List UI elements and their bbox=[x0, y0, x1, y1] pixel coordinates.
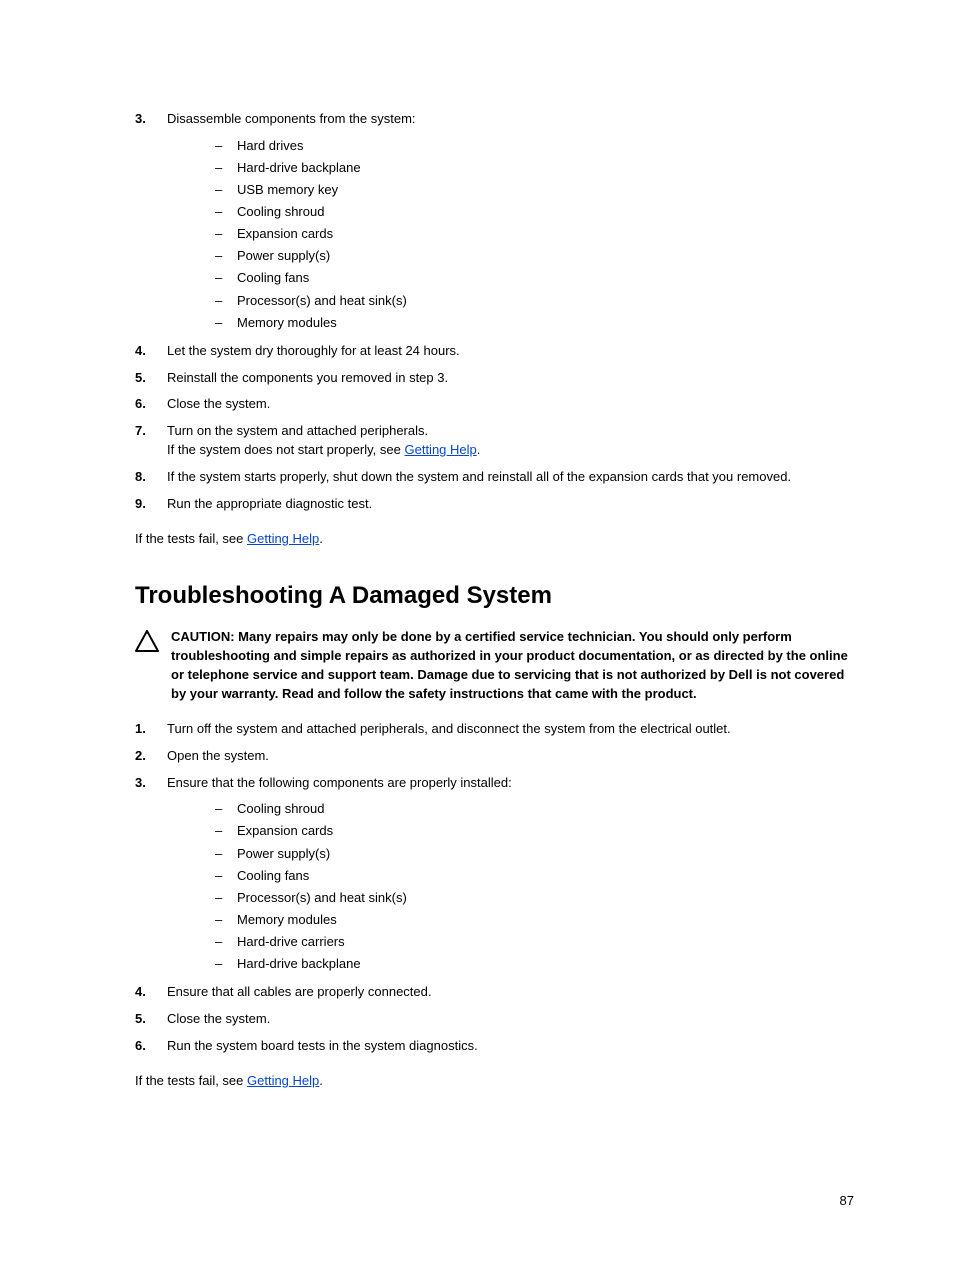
sublist-item: Expansion cards bbox=[215, 820, 854, 842]
page-number: 87 bbox=[840, 1193, 854, 1208]
step-text: Open the system. bbox=[167, 747, 854, 766]
step-2: 2. Open the system. bbox=[135, 747, 854, 766]
text-fragment: If the tests fail, see bbox=[135, 1073, 247, 1088]
caution-label: CAUTION: bbox=[171, 629, 238, 644]
step-number: 3. bbox=[135, 774, 167, 976]
getting-help-link[interactable]: Getting Help bbox=[247, 1073, 319, 1088]
step-number: 7. bbox=[135, 422, 167, 460]
text-fragment: . bbox=[477, 442, 481, 457]
sublist-item: Cooling shroud bbox=[215, 201, 854, 223]
page: 3. Disassemble components from the syste… bbox=[0, 0, 954, 1268]
caution-icon bbox=[135, 628, 171, 703]
getting-help-link[interactable]: Getting Help bbox=[247, 531, 319, 546]
step-3-sublist: Cooling shroud Expansion cards Power sup… bbox=[167, 798, 854, 975]
sublist-item: Power supply(s) bbox=[215, 245, 854, 267]
step-number: 2. bbox=[135, 747, 167, 766]
sublist-item: Expansion cards bbox=[215, 223, 854, 245]
step-6: 6. Run the system board tests in the sys… bbox=[135, 1037, 854, 1056]
sublist-item: Cooling fans bbox=[215, 267, 854, 289]
step-text: Turn off the system and attached periphe… bbox=[167, 720, 854, 739]
sublist-item: Hard drives bbox=[215, 135, 854, 157]
sublist-item: Hard-drive carriers bbox=[215, 931, 854, 953]
text-fragment: If the tests fail, see bbox=[135, 531, 247, 546]
sublist-item: Memory modules bbox=[215, 312, 854, 334]
step-5: 5. Reinstall the components you removed … bbox=[135, 369, 854, 388]
step-number: 3. bbox=[135, 110, 167, 334]
step-text: Ensure that the following components are… bbox=[167, 775, 512, 790]
text-fragment: . bbox=[319, 531, 323, 546]
step-number: 5. bbox=[135, 1010, 167, 1029]
procedure-list-top: 3. Disassemble components from the syste… bbox=[135, 110, 854, 514]
step-text: Run the system board tests in the system… bbox=[167, 1037, 854, 1056]
step-text: Run the appropriate diagnostic test. bbox=[167, 495, 854, 514]
caution-text: CAUTION: Many repairs may only be done b… bbox=[171, 628, 854, 703]
step-number: 5. bbox=[135, 369, 167, 388]
sublist-item: Hard-drive backplane bbox=[215, 157, 854, 179]
sublist-item: Memory modules bbox=[215, 909, 854, 931]
step-6: 6. Close the system. bbox=[135, 395, 854, 414]
sublist-item: USB memory key bbox=[215, 179, 854, 201]
step-9: 9. Run the appropriate diagnostic test. bbox=[135, 495, 854, 514]
step-5: 5. Close the system. bbox=[135, 1010, 854, 1029]
sublist-item: Cooling shroud bbox=[215, 798, 854, 820]
step-body: Disassemble components from the system: … bbox=[167, 110, 854, 334]
caution-block: CAUTION: Many repairs may only be done b… bbox=[135, 628, 854, 703]
step-4: 4. Let the system dry thoroughly for at … bbox=[135, 342, 854, 361]
step-number: 6. bbox=[135, 395, 167, 414]
step-number: 6. bbox=[135, 1037, 167, 1056]
step-text: If the system starts properly, shut down… bbox=[167, 468, 854, 487]
sublist-item: Cooling fans bbox=[215, 865, 854, 887]
step-number: 1. bbox=[135, 720, 167, 739]
sublist-item: Processor(s) and heat sink(s) bbox=[215, 887, 854, 909]
trailing-note-top: If the tests fail, see Getting Help. bbox=[135, 530, 854, 549]
step-3-sublist: Hard drives Hard-drive backplane USB mem… bbox=[167, 135, 854, 334]
procedure-list-bottom: 1. Turn off the system and attached peri… bbox=[135, 720, 854, 1056]
step-text-line2: If the system does not start properly, s… bbox=[167, 441, 854, 460]
step-body: Turn on the system and attached peripher… bbox=[167, 422, 854, 460]
sublist-item: Processor(s) and heat sink(s) bbox=[215, 290, 854, 312]
step-text: Reinstall the components you removed in … bbox=[167, 369, 854, 388]
step-text: Disassemble components from the system: bbox=[167, 111, 416, 126]
trailing-note-bottom: If the tests fail, see Getting Help. bbox=[135, 1072, 854, 1091]
text-fragment: If the system does not start properly, s… bbox=[167, 442, 404, 457]
step-number: 8. bbox=[135, 468, 167, 487]
step-text-line1: Turn on the system and attached peripher… bbox=[167, 422, 854, 441]
step-text: Ensure that all cables are properly conn… bbox=[167, 983, 854, 1002]
step-number: 9. bbox=[135, 495, 167, 514]
step-8: 8. If the system starts properly, shut d… bbox=[135, 468, 854, 487]
step-7: 7. Turn on the system and attached perip… bbox=[135, 422, 854, 460]
section-heading: Troubleshooting A Damaged System bbox=[135, 582, 854, 610]
getting-help-link[interactable]: Getting Help bbox=[404, 442, 476, 457]
caution-body: Many repairs may only be done by a certi… bbox=[171, 629, 848, 701]
text-fragment: . bbox=[319, 1073, 323, 1088]
step-4: 4. Ensure that all cables are properly c… bbox=[135, 983, 854, 1002]
sublist-item: Hard-drive backplane bbox=[215, 953, 854, 975]
sublist-item: Power supply(s) bbox=[215, 843, 854, 865]
step-3: 3. Ensure that the following components … bbox=[135, 774, 854, 976]
step-3: 3. Disassemble components from the syste… bbox=[135, 110, 854, 334]
step-1: 1. Turn off the system and attached peri… bbox=[135, 720, 854, 739]
step-number: 4. bbox=[135, 983, 167, 1002]
step-number: 4. bbox=[135, 342, 167, 361]
step-body: Ensure that the following components are… bbox=[167, 774, 854, 976]
step-text: Close the system. bbox=[167, 395, 854, 414]
step-text: Close the system. bbox=[167, 1010, 854, 1029]
step-text: Let the system dry thoroughly for at lea… bbox=[167, 342, 854, 361]
